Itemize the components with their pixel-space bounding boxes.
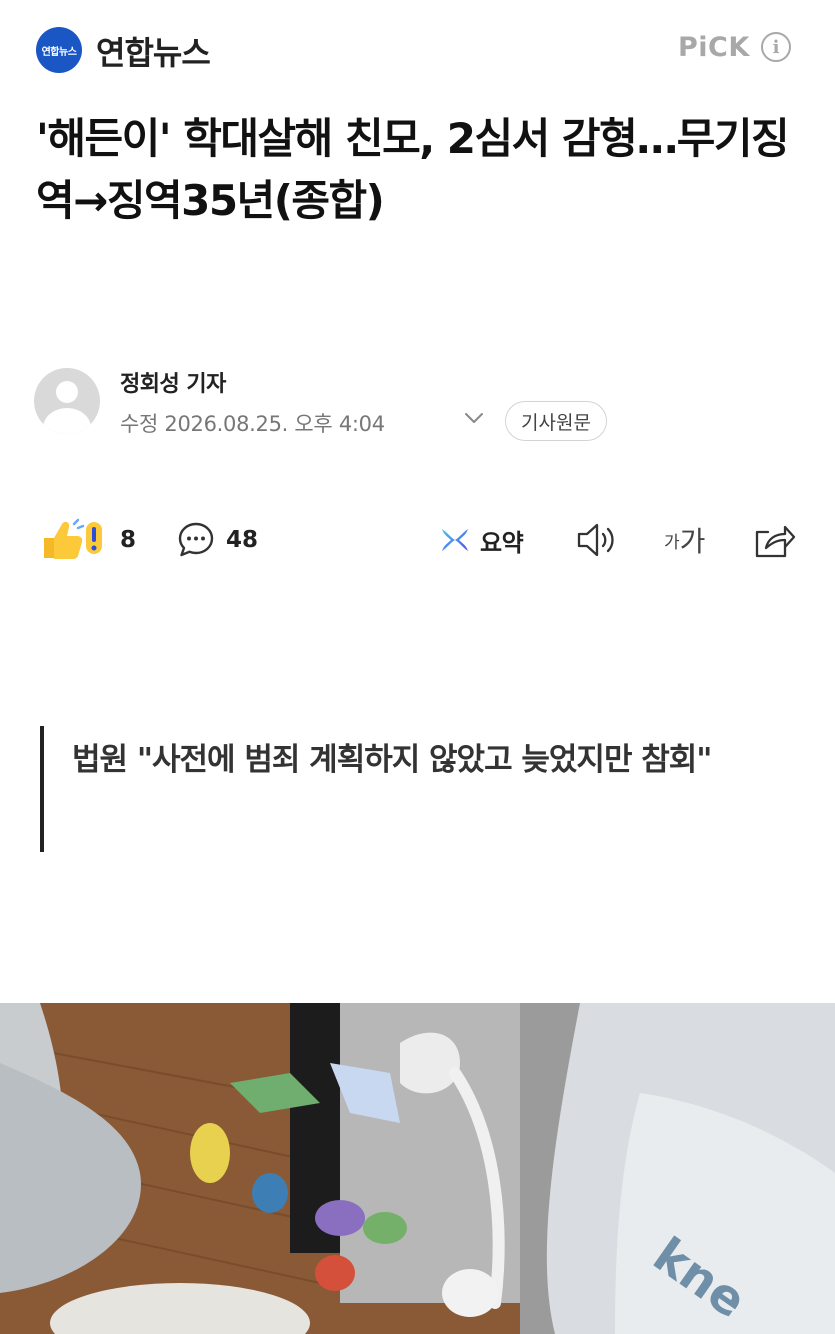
font-size-large-label: 가 — [679, 525, 706, 558]
article-photo-illustration: kne — [0, 1003, 835, 1334]
press-name[interactable]: 연합뉴스 — [96, 28, 211, 74]
reaction-count: 8 — [120, 527, 137, 553]
summary-ai-icon — [442, 529, 468, 551]
original-article-button[interactable]: 기사원문 — [505, 401, 607, 441]
chevron-down-icon[interactable] — [462, 406, 486, 430]
info-icon[interactable]: i — [761, 32, 791, 62]
article-subtitle-block: 법원 "사전에 범죄 계획하지 않았고 늦었지만 참회" — [40, 726, 784, 852]
press-logo[interactable]: 연합뉴스 — [36, 27, 82, 73]
reporter-name[interactable]: 정회성 기자 — [120, 366, 226, 398]
font-size-button[interactable]: 가 가 — [664, 510, 705, 570]
press-header: 연합뉴스 연합뉴스 PiCK i — [0, 0, 835, 100]
comment-bubble-icon — [178, 522, 214, 557]
avatar-icon[interactable] — [34, 368, 100, 434]
comment-count: 48 — [226, 527, 259, 553]
article-dateline: 수정 2026.08.25. 오후 4:04 — [120, 412, 385, 436]
article-title: '해든이' 학대살해 친모, 2심서 감형…무기징역→징역35년(종합) — [36, 114, 790, 225]
reaction-thumbs-icon — [44, 518, 102, 559]
speaker-icon — [577, 523, 614, 557]
article-photo[interactable]: kne — [0, 1003, 835, 1334]
share-button[interactable] — [752, 510, 796, 570]
comment-button[interactable]: 48 — [176, 510, 258, 570]
article-toolbar: 8 48 요약 가 가 — [0, 510, 835, 570]
listen-button[interactable] — [576, 510, 620, 570]
article-subtitle: 법원 "사전에 범죄 계획하지 않았고 늦었지만 참회" — [72, 742, 712, 778]
pick-label: PiCK — [678, 32, 750, 63]
font-size-small-label: 가 — [664, 532, 680, 553]
summary-button[interactable]: 요약 — [438, 510, 524, 570]
share-icon — [755, 525, 796, 558]
summary-label: 요약 — [480, 528, 524, 557]
reaction-button[interactable]: 8 — [38, 510, 136, 570]
